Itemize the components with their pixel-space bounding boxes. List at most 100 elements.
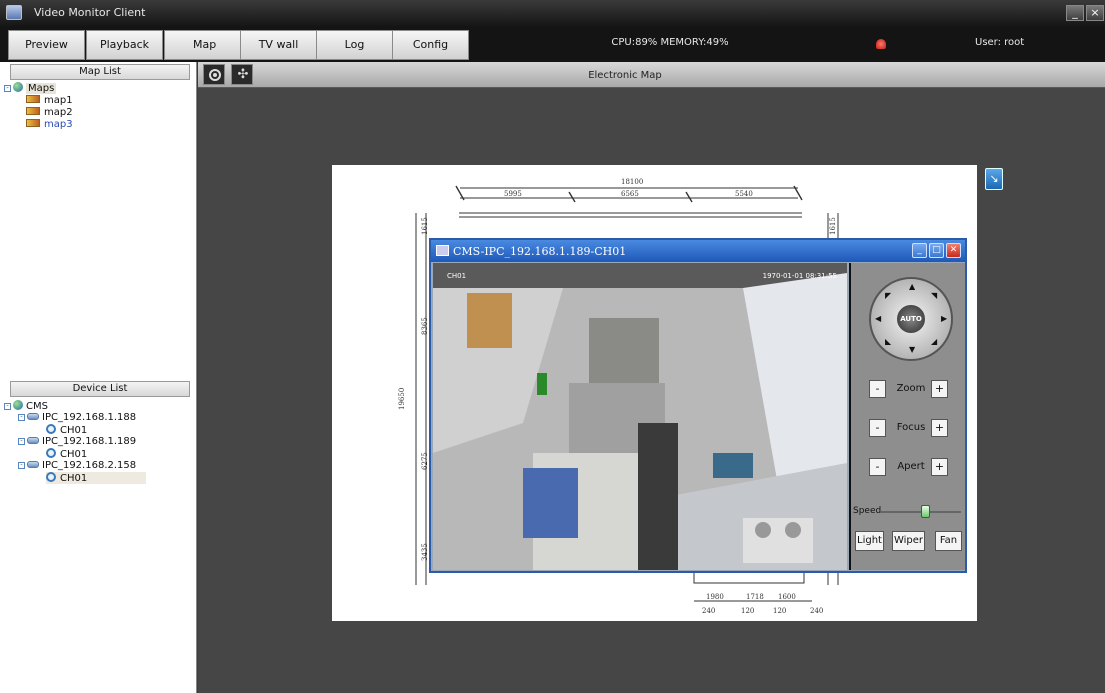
aperture-row: - Apert + <box>869 458 953 480</box>
video-maximize-button[interactable]: □ <box>929 243 944 258</box>
alarm-icon[interactable] <box>876 39 886 49</box>
video-titlebar[interactable]: CMS-IPC_192.168.1.189-CH01 _ □ ✕ <box>431 240 965 262</box>
speed-slider-thumb[interactable] <box>921 505 930 518</box>
ptz-right-icon[interactable]: ▶ <box>941 314 947 323</box>
expand-arrows-icon: ✣ <box>237 67 249 82</box>
map-camera-marker-icon[interactable]: ↘ <box>985 168 1003 190</box>
ptz-auto-button[interactable]: AUTO <box>895 303 927 335</box>
camera-device-icon <box>27 461 39 468</box>
dim-label: 1615 <box>829 217 837 235</box>
eye-icon <box>209 69 221 81</box>
video-minimize-button[interactable]: _ <box>912 243 927 258</box>
cms-root-label: CMS <box>26 401 48 412</box>
collapse-icon[interactable]: - <box>4 85 11 92</box>
menu-bar: Preview Playback Map TV wall Log Config <box>0 26 1105 62</box>
maps-root-label: Maps <box>26 83 57 94</box>
fan-button[interactable]: Fan <box>935 531 962 551</box>
map-item-label: map3 <box>44 119 73 130</box>
channel-label: CH01 <box>60 449 88 460</box>
map-list-item[interactable]: map2 <box>26 107 73 118</box>
ptz-up-right-icon[interactable]: ◥ <box>931 291 937 300</box>
tab-log[interactable]: Log <box>316 30 393 60</box>
system-status: CPU:89% MEMORY:49% <box>611 37 729 48</box>
tab-preview[interactable]: Preview <box>8 30 85 60</box>
tree-maps-root[interactable]: - Maps <box>4 82 57 94</box>
tree-cms-root[interactable]: - CMS <box>4 400 48 412</box>
ptz-control-panel: ▲ ▼ ◀ ▶ ◤ ◥ ◣ ◢ AUTO - Zoom + - Focus + … <box>849 263 965 570</box>
ptz-up-left-icon[interactable]: ◤ <box>885 291 891 300</box>
globe-icon <box>13 82 23 92</box>
map-list-header: Map List <box>10 64 190 80</box>
collapse-icon[interactable]: - <box>18 414 25 421</box>
view-map-button[interactable] <box>203 64 225 85</box>
device-item[interactable]: - IPC_192.168.2.158 <box>18 460 136 471</box>
map-list-item-selected[interactable]: map3 <box>26 119 73 130</box>
focus-row: - Focus + <box>869 419 953 441</box>
dim-label: 6565 <box>621 190 639 198</box>
camera-device-icon <box>27 437 39 444</box>
zoom-in-button[interactable]: + <box>931 380 948 398</box>
zoom-row: - Zoom + <box>869 380 953 402</box>
focus-plus-button[interactable]: + <box>931 419 948 437</box>
tab-playback[interactable]: Playback <box>86 30 163 60</box>
device-label: IPC_192.168.1.189 <box>42 436 137 447</box>
channel-item[interactable]: CH01 <box>46 448 87 460</box>
collapse-icon[interactable]: - <box>18 438 25 445</box>
osd-channel: CH01 <box>447 272 467 280</box>
ptz-direction-pad[interactable]: ▲ ▼ ◀ ▶ ◤ ◥ ◣ ◢ AUTO <box>869 277 953 361</box>
channel-icon <box>46 472 56 482</box>
aperture-label: Apert <box>897 461 925 472</box>
ptz-down-right-icon[interactable]: ◢ <box>931 337 937 346</box>
wiper-button[interactable]: Wiper <box>892 531 925 551</box>
dim-label: 1600 <box>778 593 796 601</box>
dim-label: 240 <box>702 607 716 615</box>
minimize-button[interactable]: _ <box>1066 5 1084 21</box>
dim-label: 1718 <box>746 593 764 601</box>
channel-item-selected[interactable]: CH01 <box>46 472 146 484</box>
map-title: Electronic Map <box>588 70 662 81</box>
light-button[interactable]: Light <box>855 531 884 551</box>
map-item-label: map1 <box>44 95 73 106</box>
device-item[interactable]: - IPC_192.168.1.189 <box>18 436 136 447</box>
map-icon <box>26 107 40 115</box>
device-label: IPC_192.168.2.158 <box>42 460 137 471</box>
window-title: Video Monitor Client <box>34 6 146 19</box>
channel-icon <box>46 424 56 434</box>
device-item[interactable]: - IPC_192.168.1.188 <box>18 412 136 423</box>
ptz-down-left-icon[interactable]: ◣ <box>885 337 891 346</box>
device-label: IPC_192.168.1.188 <box>42 412 137 423</box>
zoom-out-button[interactable]: - <box>869 380 886 398</box>
window-titlebar: Video Monitor Client _ × <box>0 0 1105 26</box>
zoom-label: Zoom <box>896 383 926 394</box>
focus-minus-button[interactable]: - <box>869 419 886 437</box>
dim-label: 3435 <box>421 543 429 561</box>
video-feed[interactable]: CH01 1970-01-01 08:31:55 <box>433 263 847 570</box>
aperture-minus-button[interactable]: - <box>869 458 886 476</box>
video-title: CMS-IPC_192.168.1.189-CH01 <box>453 245 627 258</box>
left-panel: Map List - Maps map1 map2 map3 Device Lis… <box>0 62 197 693</box>
map-list-item[interactable]: map1 <box>26 95 73 106</box>
tab-map[interactable]: Map <box>164 30 241 60</box>
video-window[interactable]: CMS-IPC_192.168.1.189-CH01 _ □ ✕ CH01 19… <box>429 238 967 573</box>
close-button[interactable]: × <box>1086 5 1104 21</box>
dim-label: 5995 <box>504 190 522 198</box>
dim-label: 120 <box>773 607 787 615</box>
collapse-icon[interactable]: - <box>18 462 25 469</box>
aperture-plus-button[interactable]: + <box>931 458 948 476</box>
dim-label: 120 <box>741 607 755 615</box>
ptz-up-icon[interactable]: ▲ <box>909 282 915 291</box>
tab-config[interactable]: Config <box>392 30 469 60</box>
ptz-down-icon[interactable]: ▼ <box>909 345 915 354</box>
video-close-button[interactable]: ✕ <box>946 243 961 258</box>
speed-label: Speed <box>853 506 882 516</box>
dim-label: 18100 <box>621 178 644 186</box>
channel-item[interactable]: CH01 <box>46 424 87 436</box>
collapse-icon[interactable]: - <box>4 403 11 410</box>
camera-device-icon <box>27 413 39 420</box>
fit-map-button[interactable]: ✣ <box>231 64 253 85</box>
ptz-left-icon[interactable]: ◀ <box>875 314 881 323</box>
tab-tv-wall[interactable]: TV wall <box>240 30 317 60</box>
dim-label: 6275 <box>421 452 429 470</box>
app-icon <box>6 5 22 20</box>
dim-label: 5540 <box>735 190 753 198</box>
